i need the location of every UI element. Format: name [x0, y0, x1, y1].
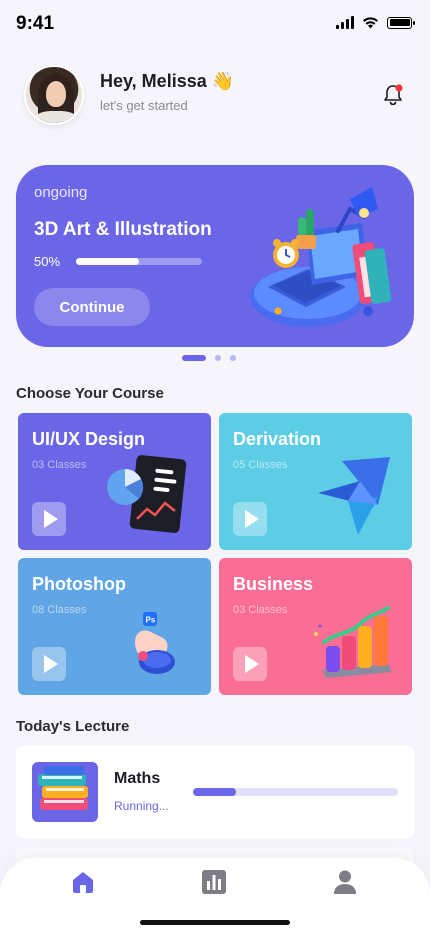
nav-stats[interactable] — [200, 868, 228, 896]
wifi-icon — [363, 17, 378, 29]
laptop-illustration — [250, 187, 392, 327]
greeting-subtitle: let's get started — [100, 98, 188, 113]
analytics-document-icon — [107, 455, 187, 533]
choose-course-heading: Choose Your Course — [16, 385, 164, 402]
continue-button[interactable]: Continue — [34, 288, 150, 326]
play-button[interactable] — [32, 647, 66, 681]
profile-icon — [334, 870, 356, 894]
greeting: Hey, Melissa 👋 — [100, 71, 234, 92]
books-icon — [32, 762, 98, 822]
ongoing-progress-label: 50% — [34, 254, 61, 269]
carousel-indicator — [182, 355, 236, 361]
ongoing-tag: ongoing — [34, 184, 88, 201]
nav-profile[interactable] — [331, 868, 359, 896]
bottom-navigation — [0, 858, 430, 932]
photoshop-hand-icon: Ps — [135, 612, 175, 674]
lecture-progress-fill — [193, 788, 237, 796]
lecture-card-maths[interactable]: Maths Running... — [16, 746, 414, 838]
geometric-shape-icon — [318, 457, 390, 535]
course-name: Business — [233, 574, 314, 594]
lecture-name: Maths — [114, 770, 161, 787]
play-button[interactable] — [233, 502, 267, 536]
course-name: Derivation — [233, 429, 322, 449]
avatar[interactable] — [24, 65, 84, 125]
notification-bell-icon[interactable] — [382, 83, 404, 107]
course-card-uiux[interactable]: UI/UX Design 03 Classes — [18, 413, 211, 550]
chart-icon — [202, 870, 226, 894]
nav-home[interactable] — [69, 868, 97, 896]
status-icons — [336, 16, 415, 29]
lecture-progress-track — [193, 788, 398, 796]
course-card-derivation[interactable]: Derivation 05 Classes — [219, 413, 412, 550]
course-name: Photoshop — [32, 574, 126, 594]
svg-text:Ps: Ps — [146, 616, 156, 625]
course-classes: 03 Classes — [233, 604, 288, 616]
bar-chart-icon — [314, 606, 392, 678]
battery-icon — [387, 16, 415, 29]
status-time: 9:41 — [16, 13, 55, 34]
course-classes: 05 Classes — [233, 459, 288, 471]
course-card-photoshop[interactable]: Photoshop 08 Classes Ps — [18, 558, 211, 695]
carousel-dot[interactable] — [182, 355, 206, 361]
ongoing-course-title: 3D Art & Illustration — [34, 219, 212, 240]
play-button[interactable] — [233, 647, 267, 681]
ongoing-progress-track — [76, 258, 202, 265]
course-classes: 03 Classes — [32, 459, 87, 471]
carousel-dot[interactable] — [230, 355, 236, 361]
todays-lecture-heading: Today's Lecture — [16, 718, 130, 735]
home-indicator — [140, 920, 290, 925]
ongoing-progress-fill — [76, 258, 139, 265]
greeting-text: Hey, Melissa — [100, 71, 207, 91]
status-bar: 9:41 — [0, 0, 430, 48]
cellular-signal-icon — [336, 16, 354, 29]
course-card-business[interactable]: Business 03 Classes — [219, 558, 412, 695]
play-button[interactable] — [32, 502, 66, 536]
course-name: UI/UX Design — [32, 429, 146, 449]
ongoing-course-card[interactable]: ongoing 3D Art & Illustration 50% Contin… — [16, 165, 414, 347]
carousel-dot[interactable] — [215, 355, 221, 361]
notification-dot — [395, 84, 403, 92]
lecture-status: Running... — [114, 799, 169, 813]
waving-hand-icon: 👋 — [211, 71, 235, 91]
course-classes: 08 Classes — [32, 604, 87, 616]
home-icon — [73, 872, 93, 893]
header: Hey, Melissa 👋 let's get started — [24, 65, 410, 127]
